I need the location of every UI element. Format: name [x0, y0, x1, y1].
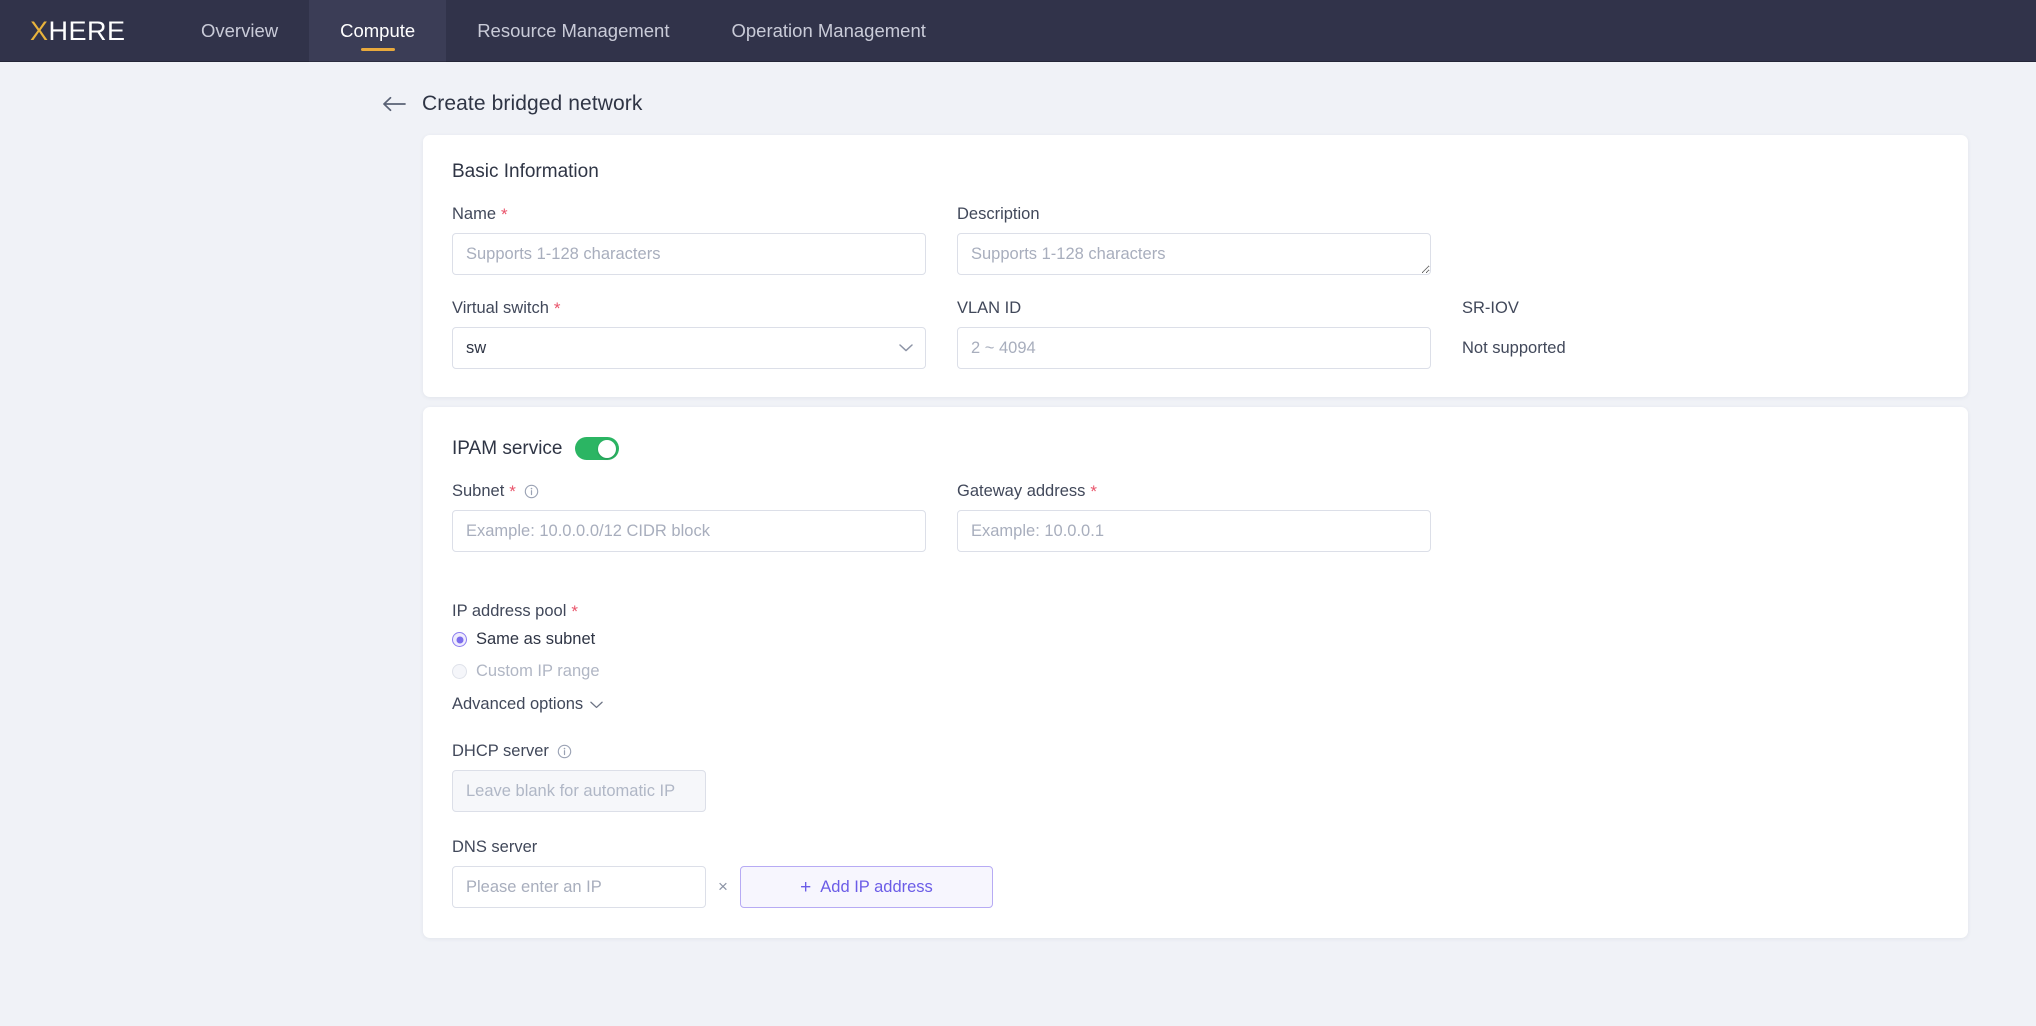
- basic-information-title: Basic Information: [452, 161, 599, 182]
- field-vlan-id-label: VLAN ID: [957, 299, 1462, 318]
- name-input[interactable]: [452, 233, 926, 275]
- dns-server-section: DNS server × + Add IP address: [423, 812, 1968, 908]
- field-name-label: Name *: [452, 205, 957, 224]
- field-sriov: SR-IOV Not supported: [1462, 299, 1566, 369]
- field-name-label-text: Name: [452, 205, 497, 223]
- virtual-switch-selected-value: sw: [466, 338, 487, 357]
- add-ip-address-label: Add IP address: [820, 877, 933, 896]
- ipam-row-1: Subnet * Gateway address *: [423, 460, 1968, 552]
- basic-row-1: Name * Description: [423, 183, 1968, 275]
- field-description-label: Description: [957, 205, 1462, 224]
- field-subnet: Subnet *: [452, 482, 957, 552]
- vlan-id-input[interactable]: [957, 327, 1431, 369]
- ip-address-pool-required-marker: *: [571, 602, 578, 621]
- field-gateway-address: Gateway address *: [957, 482, 1462, 552]
- radio-custom-ip-range-indicator: [452, 664, 467, 679]
- field-name: Name *: [452, 205, 957, 275]
- field-subnet-label-text: Subnet: [452, 482, 505, 500]
- top-navigation-bar: X HERE Overview Compute Resource Manageme…: [0, 0, 2036, 62]
- info-circle-icon[interactable]: [557, 744, 572, 759]
- page-title: Create bridged network: [422, 91, 643, 115]
- dns-server-label-text: DNS server: [452, 838, 538, 856]
- virtual-switch-select-wrap: sw: [452, 327, 926, 369]
- ip-address-pool-label: IP address pool *: [452, 602, 1968, 621]
- chevron-down-icon: [590, 701, 603, 709]
- ipam-service-header: IPAM service: [423, 407, 1968, 460]
- field-name-required-marker: *: [501, 205, 508, 224]
- dhcp-server-label-text: DHCP server: [452, 742, 549, 760]
- nav-items: Overview Compute Resource Management Ope…: [170, 0, 957, 62]
- dns-server-label: DNS server: [452, 838, 1968, 857]
- ipam-service-toggle[interactable]: [574, 437, 619, 460]
- ipam-service-title: IPAM service: [452, 437, 563, 459]
- nav-item-operation-management[interactable]: Operation Management: [701, 0, 957, 62]
- subnet-input[interactable]: [452, 510, 926, 552]
- remove-dns-entry-icon[interactable]: ×: [706, 866, 740, 908]
- description-textarea[interactable]: [957, 233, 1431, 275]
- nav-item-compute-label: Compute: [340, 20, 416, 41]
- nav-item-overview[interactable]: Overview: [170, 0, 309, 62]
- sriov-value: Not supported: [1462, 339, 1566, 357]
- gateway-address-input[interactable]: [957, 510, 1431, 552]
- field-gateway-address-label: Gateway address *: [957, 482, 1462, 501]
- radio-custom-ip-range-label: Custom IP range: [476, 662, 600, 680]
- field-sriov-label: SR-IOV: [1462, 299, 1566, 318]
- dns-server-row: × + Add IP address: [452, 866, 1968, 908]
- radio-custom-ip-range[interactable]: Custom IP range: [452, 662, 600, 681]
- field-sriov-label-text: SR-IOV: [1462, 299, 1519, 317]
- add-ip-address-button[interactable]: + Add IP address: [740, 866, 993, 908]
- dhcp-server-label: DHCP server: [452, 742, 1968, 761]
- field-vlan-id-label-text: VLAN ID: [957, 299, 1022, 317]
- field-description-label-text: Description: [957, 205, 1040, 223]
- field-virtual-switch-label-text: Virtual switch: [452, 299, 549, 317]
- nav-item-resource-management-label: Resource Management: [477, 20, 670, 41]
- field-subnet-required-marker: *: [509, 482, 516, 501]
- brand-logo[interactable]: X HERE: [0, 0, 170, 62]
- toggle-knob: [598, 439, 617, 458]
- dhcp-server-input[interactable]: [452, 770, 706, 812]
- dns-server-input[interactable]: [452, 866, 706, 908]
- nav-item-operation-management-label: Operation Management: [731, 20, 926, 41]
- field-subnet-label: Subnet *: [452, 482, 957, 501]
- field-vlan-id: VLAN ID: [957, 299, 1462, 369]
- radio-same-as-subnet-indicator: [452, 632, 467, 647]
- ipam-service-card: IPAM service Subnet * Gateway: [423, 407, 1968, 938]
- field-description: Description: [957, 205, 1462, 275]
- virtual-switch-select[interactable]: sw: [452, 327, 926, 369]
- basic-row-2: Virtual switch * sw VLAN ID 2 ~ 4094 SR-…: [423, 275, 1968, 369]
- page-header: Create bridged network: [0, 62, 2036, 122]
- field-virtual-switch: Virtual switch * sw: [452, 299, 957, 369]
- brand-logo-text: HERE: [48, 15, 126, 46]
- advanced-options-toggle[interactable]: Advanced options: [452, 695, 603, 714]
- nav-item-compute[interactable]: Compute: [309, 0, 447, 62]
- field-gateway-address-label-text: Gateway address: [957, 482, 1086, 500]
- dhcp-server-section: DHCP server: [423, 714, 1968, 812]
- info-circle-icon[interactable]: [524, 484, 539, 499]
- nav-item-resource-management[interactable]: Resource Management: [446, 0, 700, 62]
- radio-same-as-subnet-label: Same as subnet: [476, 630, 596, 648]
- basic-information-card: Basic Information Name * Description Vir…: [423, 135, 1968, 397]
- advanced-options-label: Advanced options: [452, 695, 584, 713]
- nav-item-overview-label: Overview: [201, 20, 279, 41]
- ip-address-pool-label-text: IP address pool: [452, 602, 567, 620]
- field-gateway-address-required-marker: *: [1090, 482, 1098, 501]
- radio-same-as-subnet[interactable]: Same as subnet: [452, 630, 595, 649]
- field-virtual-switch-label: Virtual switch *: [452, 299, 957, 318]
- brand-logo-x: X: [30, 15, 49, 46]
- ip-address-pool-section: IP address pool * Same as subnet Custom …: [423, 576, 1968, 714]
- field-virtual-switch-required-marker: *: [553, 299, 561, 318]
- arrow-left-icon[interactable]: [382, 91, 408, 117]
- plus-icon: +: [800, 876, 812, 898]
